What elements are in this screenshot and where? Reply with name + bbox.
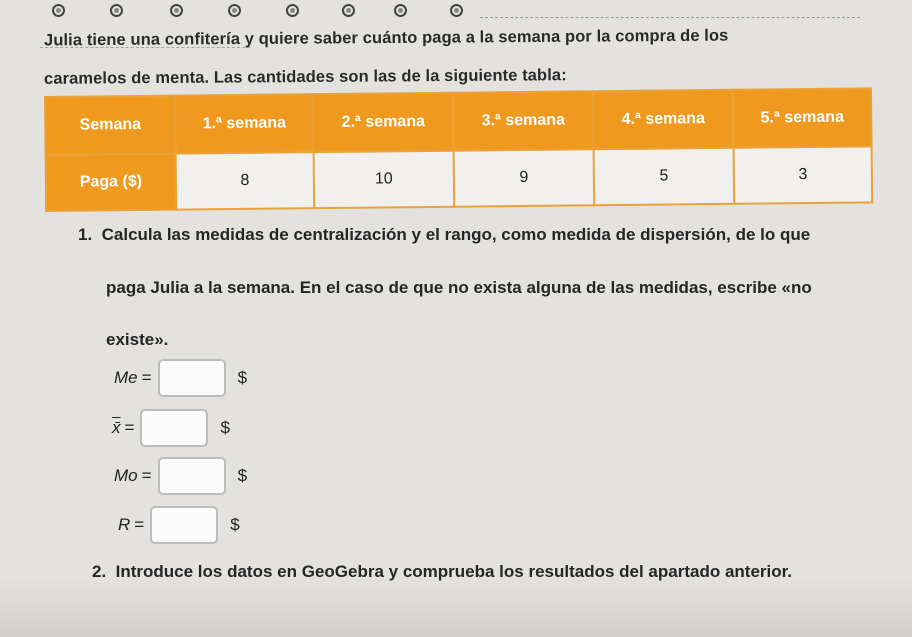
value-cell: 10 [313, 150, 455, 209]
currency-unit: $ [230, 515, 240, 534]
payments-table: Semana 1.ª semana 2.ª semana 3.ª semana … [44, 87, 873, 212]
median-answer-box[interactable] [157, 359, 226, 397]
table-header-row: Semana 1.ª semana 2.ª semana 3.ª semana … [45, 88, 872, 155]
currency-unit: $ [220, 418, 230, 437]
equals-sign: = [134, 515, 145, 534]
variable-label: Me [114, 368, 138, 387]
answer-mode: Mo = $ [114, 456, 247, 496]
week-header-cell: 3.ª semana [452, 91, 594, 151]
ring-icon [342, 4, 355, 17]
page-shadow [0, 577, 912, 637]
answer-range: R = $ [118, 505, 240, 545]
mode-answer-box[interactable] [157, 457, 226, 495]
worksheet-page: Julia tiene una confitería y quiere sabe… [0, 0, 912, 637]
question-number: 1. [78, 225, 93, 244]
equals-sign: = [141, 466, 152, 485]
spiral-binding [40, 0, 480, 22]
ring-icon [228, 4, 241, 17]
question-1-line-3: existe». [106, 330, 169, 349]
intro-text-line-1: Julia tiene una confitería y quiere sabe… [43, 26, 729, 50]
week-header-cell: 4.ª semana [592, 89, 734, 150]
value-cell: 9 [453, 149, 595, 207]
value-cell: 5 [593, 147, 735, 206]
dashed-divider [480, 17, 860, 18]
week-header-cell: 5.ª semana [732, 88, 872, 148]
answer-mean: x̄ = $ [112, 408, 230, 448]
answer-median: Me = $ [114, 358, 247, 398]
question-1-line-2: paga Julia a la semana. En el caso de qu… [106, 278, 812, 297]
ring-icon [110, 4, 123, 17]
variable-label: Mo [114, 466, 138, 485]
mean-answer-box[interactable] [140, 409, 209, 447]
currency-unit: $ [237, 466, 248, 485]
question-1-line-1: 1. Calcula las medidas de centralización… [78, 225, 810, 245]
header-label-cell: Semana [45, 95, 176, 155]
variable-label: x̄ [112, 418, 121, 437]
ring-icon [450, 4, 463, 17]
range-answer-box[interactable] [150, 506, 219, 544]
equals-sign: = [124, 418, 135, 437]
week-header-cell: 2.ª semana [312, 92, 454, 153]
equals-sign: = [141, 368, 152, 387]
table-row: Paga ($) 8 10 9 5 3 [45, 146, 873, 211]
intro-text-line-2: caramelos de menta. Las cantidades son l… [43, 66, 567, 88]
value-cell: 8 [175, 152, 315, 210]
row-label-cell: Paga ($) [45, 153, 177, 211]
variable-label: R [118, 515, 131, 534]
ring-icon [52, 4, 65, 17]
ring-icon [394, 4, 407, 17]
ring-icon [170, 4, 183, 17]
question-text: Calcula las medidas de centralización y … [101, 225, 811, 244]
ring-icon [286, 4, 299, 17]
week-header-cell: 1.ª semana [175, 94, 314, 154]
currency-unit: $ [237, 368, 248, 387]
value-cell: 3 [733, 146, 873, 204]
